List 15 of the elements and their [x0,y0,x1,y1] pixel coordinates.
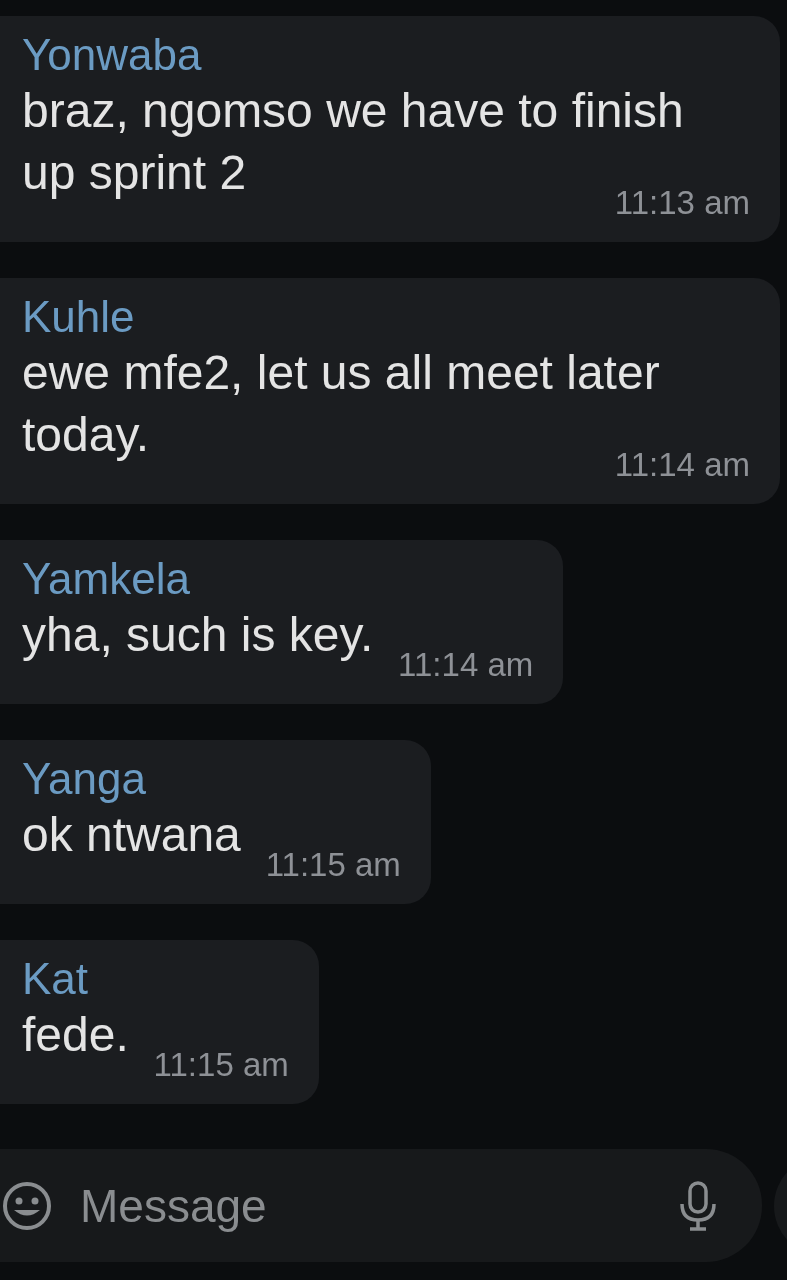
message-field[interactable]: Message [78,1177,678,1234]
message-text: fede. [22,1008,129,1061]
sender-name: Kuhle [22,292,136,342]
message-text: yha, such is key. [22,608,374,661]
sender-name: Yonwaba [22,30,203,80]
emoji-icon[interactable] [2,1180,52,1231]
sender-name: Kat [22,954,90,1004]
message-text: ok ntwana [22,808,241,861]
message-time: 11:15 am [265,846,401,884]
microphone-icon[interactable] [678,1179,718,1232]
message-time: 11:15 am [153,1046,289,1084]
sender-name: Yamkela [22,554,191,604]
message-bar[interactable]: Message [0,1149,762,1262]
sender-name: Yanga [22,754,147,804]
message-time: 11:14 am [398,646,534,684]
